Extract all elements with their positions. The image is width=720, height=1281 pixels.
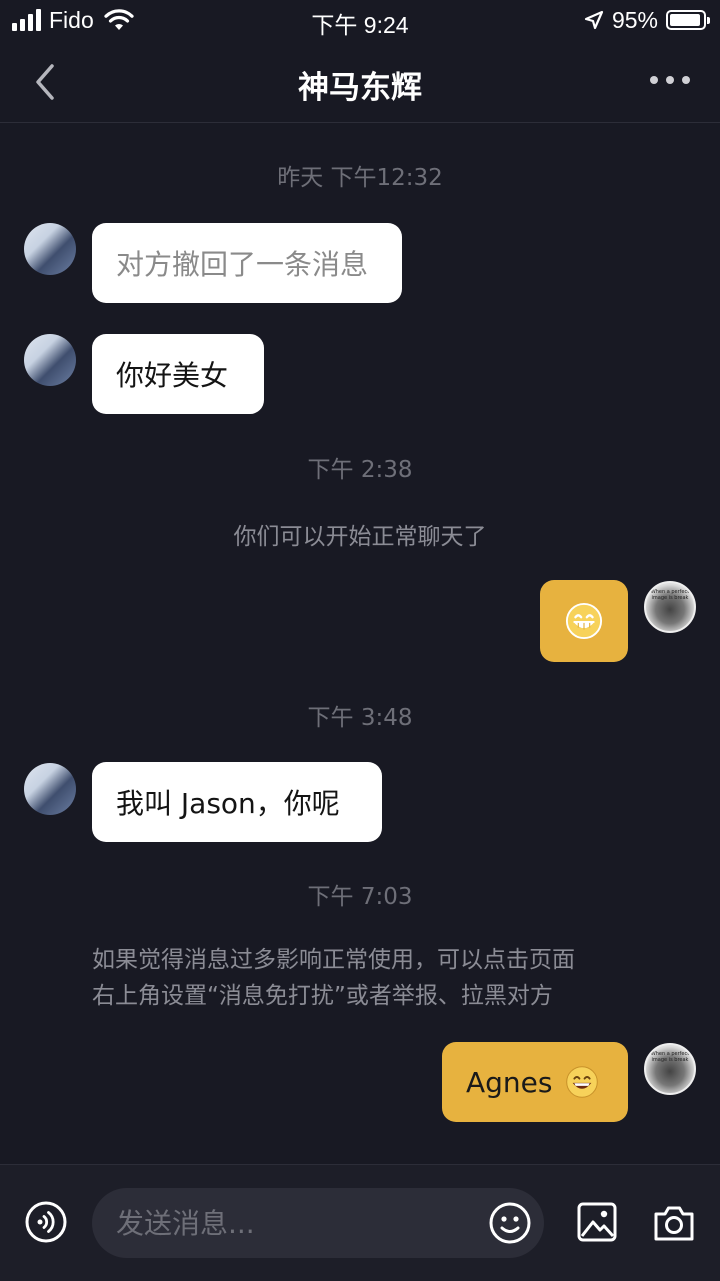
chat-header: 神马东辉 <box>0 40 720 123</box>
system-tip-line: 右上角设置“消息免打扰”或者举报、拉黑对方 <box>92 983 553 1009</box>
voice-button[interactable] <box>24 1200 68 1244</box>
emoji-icon <box>489 1202 531 1244</box>
smile-emoji-icon <box>565 1065 599 1099</box>
timestamp: 昨天 下午12:32 <box>277 165 443 191</box>
message-text: 我叫 Jason，你呢 <box>116 787 340 820</box>
self-avatar[interactable]: When a perfect image is break <box>644 1043 696 1095</box>
self-avatar[interactable]: When a perfect image is break <box>644 581 696 633</box>
outgoing-message-bubble[interactable]: Agnes <box>442 1042 628 1122</box>
camera-button[interactable] <box>652 1202 696 1244</box>
timestamp: 下午 7:03 <box>307 884 413 910</box>
contact-avatar[interactable] <box>24 763 76 815</box>
recalled-message-text: 对方撤回了一条消息 <box>116 248 369 281</box>
more-dot <box>650 76 658 84</box>
more-dot <box>682 76 690 84</box>
self-avatar-caption: When a perfect image is break <box>650 589 690 601</box>
self-avatar-caption: When a perfect image is break <box>650 1051 690 1063</box>
outgoing-emoji-bubble[interactable] <box>540 580 628 662</box>
status-bar: Fido 下午 9:24 95% <box>0 0 720 40</box>
location-arrow-icon <box>584 10 604 30</box>
more-dot <box>666 76 674 84</box>
battery-icon <box>666 10 710 30</box>
battery-percentage: 95% <box>611 6 658 33</box>
chat-title: 神马东辉 <box>298 70 422 106</box>
message-input[interactable] <box>92 1188 544 1258</box>
camera-icon <box>654 1206 694 1241</box>
system-tip-line: 如果觉得消息过多影响正常使用，可以点击页面 <box>92 947 575 973</box>
recalled-message-bubble[interactable]: 对方撤回了一条消息 <box>92 223 402 303</box>
incoming-message-bubble[interactable]: 你好美女 <box>92 334 264 414</box>
image-icon <box>577 1202 617 1242</box>
emoji-button[interactable] <box>488 1201 532 1245</box>
grinning-emoji-icon <box>565 602 603 640</box>
voice-icon <box>25 1201 67 1243</box>
message-text: Agnes <box>466 1065 553 1099</box>
timestamp: 下午 3:48 <box>307 705 413 731</box>
system-tip: 如果觉得消息过多影响正常使用，可以点击页面 右上角设置“消息免打扰”或者举报、拉… <box>92 942 652 1014</box>
status-right: 95% <box>584 6 710 34</box>
message-input-bar <box>0 1164 720 1281</box>
system-notice: 你们可以开始正常聊天了 <box>233 524 487 550</box>
message-text: 你好美女 <box>116 359 229 392</box>
image-button[interactable] <box>576 1201 618 1243</box>
incoming-message-bubble[interactable]: 我叫 Jason，你呢 <box>92 762 382 842</box>
timestamp: 下午 2:38 <box>307 457 413 483</box>
contact-avatar[interactable] <box>24 334 76 386</box>
contact-avatar[interactable] <box>24 223 76 275</box>
more-button[interactable] <box>650 70 690 90</box>
